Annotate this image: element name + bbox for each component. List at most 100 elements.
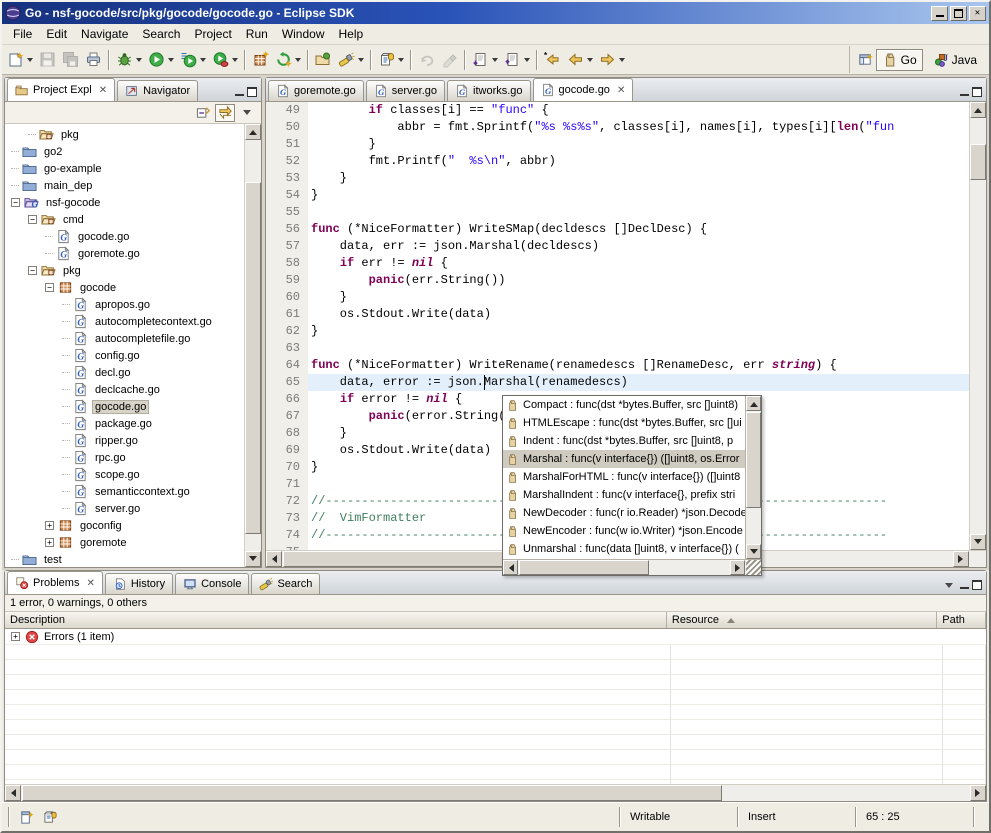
debug-button[interactable] (113, 48, 145, 72)
perspective-java-button[interactable]: JJava (927, 49, 983, 71)
code-line-58[interactable]: 58 if err != nil { (266, 255, 969, 272)
open-perspective-button[interactable]: ✦ (856, 51, 876, 69)
code-line-49[interactable]: 49 if classes[i] == "func" { (266, 102, 969, 119)
search-button[interactable] (335, 48, 367, 72)
open-go-artifact-button[interactable] (312, 48, 335, 72)
collapse-node-icon[interactable]: − (11, 198, 20, 207)
problems-hscrollbar-thumb[interactable] (22, 785, 722, 801)
launch-shortcut-button[interactable] (39, 807, 61, 827)
tree-item-gocode[interactable]: −gocode (5, 279, 244, 296)
code-line-56[interactable]: 56func (*NiceFormatter) WriteSMap(declde… (266, 221, 969, 238)
view-menu-icon[interactable] (945, 583, 953, 588)
collapse-node-icon[interactable]: − (28, 266, 37, 275)
dropdown-caret-icon[interactable] (524, 58, 530, 62)
scroll-left-icon[interactable] (266, 551, 282, 567)
tree-item-main-dep[interactable]: main_dep (5, 177, 244, 194)
tree-item-go2[interactable]: go2 (5, 143, 244, 160)
collapse-node-icon[interactable]: − (28, 215, 37, 224)
link-with-editor-button[interactable] (215, 104, 235, 122)
tree-scrollbar[interactable] (244, 124, 261, 567)
prev-annotation-button[interactable] (501, 48, 533, 72)
tree-item-cmd[interactable]: −cmd (5, 211, 244, 228)
code-line-61[interactable]: 61 os.Stdout.Write(data) (266, 306, 969, 323)
dropdown-caret-icon[interactable] (27, 58, 33, 62)
editor-tab-itworks-go[interactable]: Gitworks.go (447, 80, 531, 101)
tree-item-goconfig[interactable]: +goconfig (5, 517, 244, 534)
scroll-up-icon[interactable] (746, 396, 761, 411)
tree-item-apropos-go[interactable]: Gapropos.go (5, 296, 244, 313)
code-line-62[interactable]: 62} (266, 323, 969, 340)
code-line-57[interactable]: 57 data, err := json.Marshal(decldescs) (266, 238, 969, 255)
view-maximize-icon[interactable] (247, 87, 257, 97)
tree-item-goremote-go[interactable]: Ggoremote.go (5, 245, 244, 262)
code-line-63[interactable]: 63 (266, 340, 969, 357)
scroll-up-icon[interactable] (245, 124, 261, 140)
menu-navigate[interactable]: Navigate (74, 25, 135, 43)
run-last-button[interactable] (177, 48, 209, 72)
view-menu-button[interactable] (237, 104, 257, 122)
completion-proposal[interactable]: HTMLEscape : func(dst *bytes.Buffer, src… (503, 414, 745, 432)
tree-scrollbar-thumb[interactable] (245, 182, 261, 534)
popup-hscrollbar[interactable] (503, 559, 761, 575)
menu-edit[interactable]: Edit (39, 25, 74, 43)
tree-item-pkg[interactable]: −pkg (5, 262, 244, 279)
view-maximize-icon[interactable] (972, 580, 982, 590)
dropdown-caret-icon[interactable] (619, 58, 625, 62)
dropdown-caret-icon[interactable] (398, 58, 404, 62)
close-tab-icon[interactable]: ✕ (86, 578, 94, 589)
popup-resize-grip[interactable] (746, 560, 761, 575)
tree-item-autocompletecontext-go[interactable]: Gautocompletecontext.go (5, 313, 244, 330)
next-annotation-button[interactable] (469, 48, 501, 72)
column-header-resource[interactable]: Resource (667, 612, 937, 628)
scroll-right-icon[interactable] (953, 551, 969, 567)
problems-tab-history[interactable]: History (105, 573, 173, 594)
new-wizard-button[interactable]: ✦ (4, 48, 36, 72)
scroll-down-icon[interactable] (970, 534, 986, 550)
completion-proposal[interactable]: NewEncoder : func(w io.Writer) *json.Enc… (503, 522, 745, 540)
dropdown-caret-icon[interactable] (200, 58, 206, 62)
dropdown-caret-icon[interactable] (168, 58, 174, 62)
close-tab-icon[interactable]: ✕ (99, 85, 107, 96)
tree-item-gocode-go[interactable]: Ggocode.go (5, 398, 244, 415)
code-line-50[interactable]: 50 abbr = fmt.Sprintf("%s %s%s", classes… (266, 119, 969, 136)
menu-project[interactable]: Project (187, 25, 238, 43)
code-line-53[interactable]: 53 } (266, 170, 969, 187)
type-hierarchy-button[interactable] (375, 48, 407, 72)
expand-node-icon[interactable]: + (11, 632, 20, 641)
collapse-node-icon[interactable]: − (45, 283, 54, 292)
dropdown-caret-icon[interactable] (295, 58, 301, 62)
tree-item-semanticcontext-go[interactable]: Gsemanticcontext.go (5, 483, 244, 500)
collapse-all-button[interactable] (193, 104, 213, 122)
go-build-button[interactable]: ✦ (272, 48, 304, 72)
tree-item-test[interactable]: test (5, 551, 244, 567)
dropdown-caret-icon[interactable] (358, 58, 364, 62)
close-tab-icon[interactable]: ✕ (617, 85, 625, 96)
editor-vscrollbar[interactable] (969, 102, 986, 550)
code-line-59[interactable]: 59 panic(err.String()) (266, 272, 969, 289)
dropdown-caret-icon[interactable] (492, 58, 498, 62)
explorer-tab-project-expl[interactable]: Project Expl✕ (7, 78, 115, 101)
problems-tab-search[interactable]: Search (251, 573, 320, 594)
popup-vscrollbar-thumb[interactable] (746, 412, 761, 508)
tree-item-gocode-go[interactable]: Ggocode.go (5, 228, 244, 245)
tree-item-package-go[interactable]: Gpackage.go (5, 415, 244, 432)
completion-proposal[interactable]: NewDecoder : func(r io.Reader) *json.Dec… (503, 504, 745, 522)
tree-item-declcache-go[interactable]: Gdeclcache.go (5, 381, 244, 398)
completion-proposal[interactable]: MarshalForHTML : func(v interface{}) ([]… (503, 468, 745, 486)
scroll-right-icon[interactable] (970, 785, 986, 801)
code-line-55[interactable]: 55 (266, 204, 969, 221)
dropdown-caret-icon[interactable] (587, 58, 593, 62)
editor-hscrollbar-thumb[interactable] (283, 551, 533, 567)
dropdown-caret-icon[interactable] (136, 58, 142, 62)
scroll-down-icon[interactable] (245, 551, 261, 567)
title-bar[interactable]: Go - nsf-gocode/src/pkg/gocode/gocode.go… (2, 2, 989, 24)
tree-item-go-example[interactable]: go-example (5, 160, 244, 177)
editor-maximize-icon[interactable] (972, 87, 982, 97)
popup-hscrollbar-thumb[interactable] (519, 560, 649, 575)
column-header-description[interactable]: Description (5, 612, 667, 628)
menu-file[interactable]: File (6, 25, 39, 43)
problems-tab-problems[interactable]: Problems✕ (7, 571, 103, 594)
scroll-up-icon[interactable] (970, 102, 986, 118)
scroll-left-icon[interactable] (503, 560, 518, 575)
tree-item-config-go[interactable]: Gconfig.go (5, 347, 244, 364)
